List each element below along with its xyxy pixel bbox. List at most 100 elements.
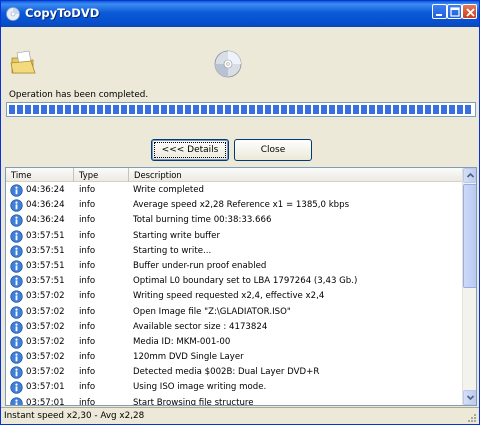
close-window-button[interactable] [462, 4, 477, 19]
window-title: CopyToDVD [25, 6, 100, 20]
row-description: 120mm DVD Single Layer [133, 352, 244, 363]
speed-status-text: Instant speed x2,30 - Avg x2,28 [4, 411, 145, 421]
row-description: Detected media $002B: Dual Layer DVD+R [133, 367, 320, 378]
minimize-icon [436, 14, 442, 16]
list-row[interactable]: 03:57:01 info Using ISO image writing mode… [6, 380, 462, 395]
progress-bar [6, 102, 476, 117]
row-time: 03:57:02 [26, 306, 65, 317]
info-icon [10, 184, 23, 197]
info-icon [10, 305, 23, 319]
list-row[interactable]: 03:57:02 info Detected media $002B: Dual L… [6, 365, 462, 380]
resize-grip-icon[interactable] [466, 412, 477, 423]
column-header-type[interactable]: Type [74, 168, 129, 182]
list-row[interactable]: 03:57:02 info Media ID: MKM-001-00 [6, 335, 462, 350]
row-type: info [79, 382, 96, 393]
row-time: 04:36:24 [26, 185, 65, 195]
row-time: 03:57:51 [26, 276, 65, 287]
list-row[interactable]: 04:36:24 info Write completed [6, 183, 462, 198]
maximize-icon [450, 7, 460, 17]
list-row[interactable]: 03:57:51 info Optimal L0 boundary set to L… [6, 274, 462, 289]
list-rows: 04:36:24 info Write completed 04:36:24 info A… [6, 183, 462, 405]
operation-status-text: Operation has been completed. [9, 90, 149, 100]
list-row[interactable]: 03:57:51 info Starting write buffer [6, 229, 462, 244]
cd-disc-icon [214, 50, 242, 78]
info-icon [10, 199, 23, 212]
list-row[interactable]: 04:36:24 info Total burning time 00:38:33.… [6, 213, 462, 228]
status-bar: Instant speed x2,30 - Avg x2,28 [1, 407, 479, 424]
row-description: Optimal L0 boundary set to LBA 1797264 (… [133, 276, 358, 287]
arrow-up-icon [466, 172, 475, 178]
row-time: 04:36:24 [26, 200, 65, 211]
info-icon [10, 321, 23, 334]
cd-app-icon [6, 7, 20, 21]
open-folder-icon [10, 50, 36, 74]
title-bar[interactable]: CopyToDVD [1, 1, 479, 27]
vertical-scrollbar[interactable] [462, 168, 476, 405]
row-description: Starting write buffer [133, 230, 220, 241]
row-description: Media ID: MKM-001-00 [133, 336, 231, 347]
list-row[interactable]: 03:57:02 info 120mm DVD Single Layer [6, 350, 462, 365]
row-description: Start Browsing file structure [133, 397, 254, 405]
row-time: 03:57:01 [26, 397, 65, 405]
row-type: info [79, 260, 96, 271]
info-icon [10, 396, 23, 405]
row-time: 04:36:24 [26, 215, 65, 226]
row-type: info [79, 245, 96, 256]
row-time: 03:57:02 [26, 352, 65, 363]
column-header-description[interactable]: Description [129, 168, 462, 182]
details-button[interactable]: <<< Details [151, 139, 229, 161]
log-list[interactable]: Time Type Description 04:36:24 info Write … [5, 167, 477, 406]
list-row[interactable]: 03:57:02 info Available sector size : 4173… [6, 320, 462, 335]
info-icon [10, 275, 23, 288]
copytodvd-window: CopyToDVD Operation has been completed. … [0, 0, 480, 425]
row-description: Using ISO image writing mode. [133, 382, 267, 393]
list-header: Time Type Description [6, 168, 462, 182]
row-type: info [79, 291, 96, 302]
row-time: 03:57:02 [26, 291, 65, 302]
row-type: info [79, 321, 96, 332]
info-icon [10, 290, 23, 303]
row-description: Available sector size : 4173824 [133, 321, 268, 332]
list-row[interactable]: 03:57:51 info Buffer under-run proof enabl… [6, 259, 462, 274]
close-button[interactable]: Close [234, 139, 312, 161]
row-type: info [79, 397, 96, 405]
progress-fill [9, 105, 473, 114]
row-description: Total burning time 00:38:33.666 [133, 215, 272, 226]
row-description: Average speed x2,28 Reference x1 = 1385,… [133, 200, 350, 211]
maximize-button[interactable] [447, 4, 462, 19]
row-time: 03:57:02 [26, 367, 65, 378]
info-icon [10, 336, 23, 349]
row-description: Write completed [133, 185, 205, 195]
info-icon [10, 381, 23, 395]
scroll-down-button[interactable] [463, 390, 476, 405]
row-description: Open Image file "Z:\GLADIATOR.ISO" [133, 306, 291, 317]
row-description: Buffer under-run proof enabled [133, 260, 267, 271]
row-type: info [79, 276, 96, 287]
minimize-button[interactable] [432, 4, 447, 19]
row-time: 03:57:51 [26, 230, 65, 241]
row-description: Writing speed requested x2,4, effective … [133, 291, 325, 302]
list-row[interactable]: 03:57:02 info Writing speed requested x2,4… [6, 289, 462, 304]
row-type: info [79, 200, 96, 211]
column-header-time[interactable]: Time [6, 168, 74, 182]
row-time: 03:57:51 [26, 245, 65, 256]
row-time: 03:57:02 [26, 336, 65, 347]
scroll-up-button[interactable] [463, 168, 476, 183]
row-type: info [79, 230, 96, 241]
row-type: info [79, 336, 96, 347]
close-icon [466, 8, 475, 17]
scroll-thumb[interactable] [463, 184, 476, 288]
list-row[interactable]: 03:57:02 info Open Image file "Z:\GLADIATO… [6, 305, 462, 320]
info-icon [10, 245, 23, 258]
row-time: 03:57:51 [26, 260, 65, 271]
info-icon [10, 351, 23, 364]
list-row[interactable]: 03:57:01 info Start Browsing file structur… [6, 396, 462, 405]
row-type: info [79, 185, 96, 195]
list-row[interactable]: 04:36:24 info Average speed x2,28 Referenc… [6, 198, 462, 213]
arrow-down-icon [466, 395, 475, 401]
row-time: 03:57:02 [26, 321, 65, 332]
info-icon [10, 260, 23, 273]
row-type: info [79, 215, 96, 226]
row-type: info [79, 367, 96, 378]
list-row[interactable]: 03:57:51 info Starting to write... [6, 244, 462, 259]
